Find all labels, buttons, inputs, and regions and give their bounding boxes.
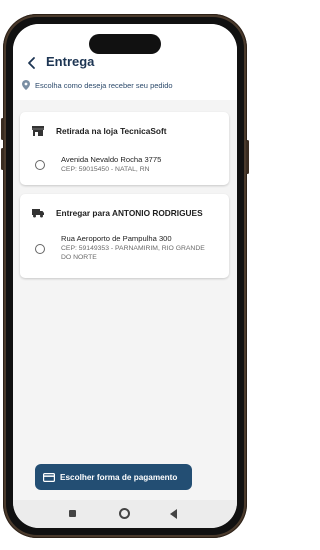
pickup-option-card[interactable]: Retirada na loja TecnicaSoft Avenida Nev… — [20, 112, 229, 185]
volume-down-button — [1, 148, 4, 170]
recent-apps-icon[interactable] — [69, 510, 76, 517]
system-nav-bar — [13, 500, 237, 528]
delivery-cep: CEP: 59149353 - PARNAMIRIM, RIO GRANDE D… — [61, 245, 205, 261]
location-pin-icon — [22, 80, 30, 90]
page-subtitle: Escolha como deseja receber seu pedido — [35, 80, 173, 90]
delivery-option-card[interactable]: Entregar para ANTONIO RODRIGUES Rua Aero… — [20, 194, 229, 278]
delivery-street: Rua Aeroporto de Pampulha 300 — [61, 234, 172, 243]
volume-up-button — [1, 118, 4, 140]
truck-icon — [32, 209, 44, 218]
power-button — [246, 140, 249, 174]
pickup-street: Avenida Nevaldo Rocha 3775 — [61, 155, 162, 164]
pickup-radio[interactable] — [35, 160, 45, 170]
pickup-label: Retirada na loja TecnicaSoft — [56, 126, 167, 136]
store-icon — [32, 126, 44, 136]
choose-payment-button[interactable]: Escolher forma de pagamento — [35, 464, 192, 490]
credit-card-icon — [43, 472, 55, 482]
back-nav-icon[interactable] — [170, 509, 177, 519]
pickup-cep: CEP: 59015450 - NATAL, RN — [61, 166, 150, 173]
choose-payment-label: Escolher forma de pagamento — [60, 472, 178, 482]
camera-notch — [89, 34, 161, 54]
delivery-label: Entregar para ANTONIO RODRIGUES — [56, 208, 203, 218]
page-title: Entrega — [46, 54, 95, 69]
back-arrow-icon[interactable] — [23, 54, 41, 72]
subtitle-row: Escolha como deseja receber seu pedido — [22, 80, 173, 90]
app-screen: Entrega Escolha como deseja receber seu … — [13, 24, 237, 528]
delivery-radio[interactable] — [35, 244, 45, 254]
home-icon[interactable] — [119, 508, 130, 519]
